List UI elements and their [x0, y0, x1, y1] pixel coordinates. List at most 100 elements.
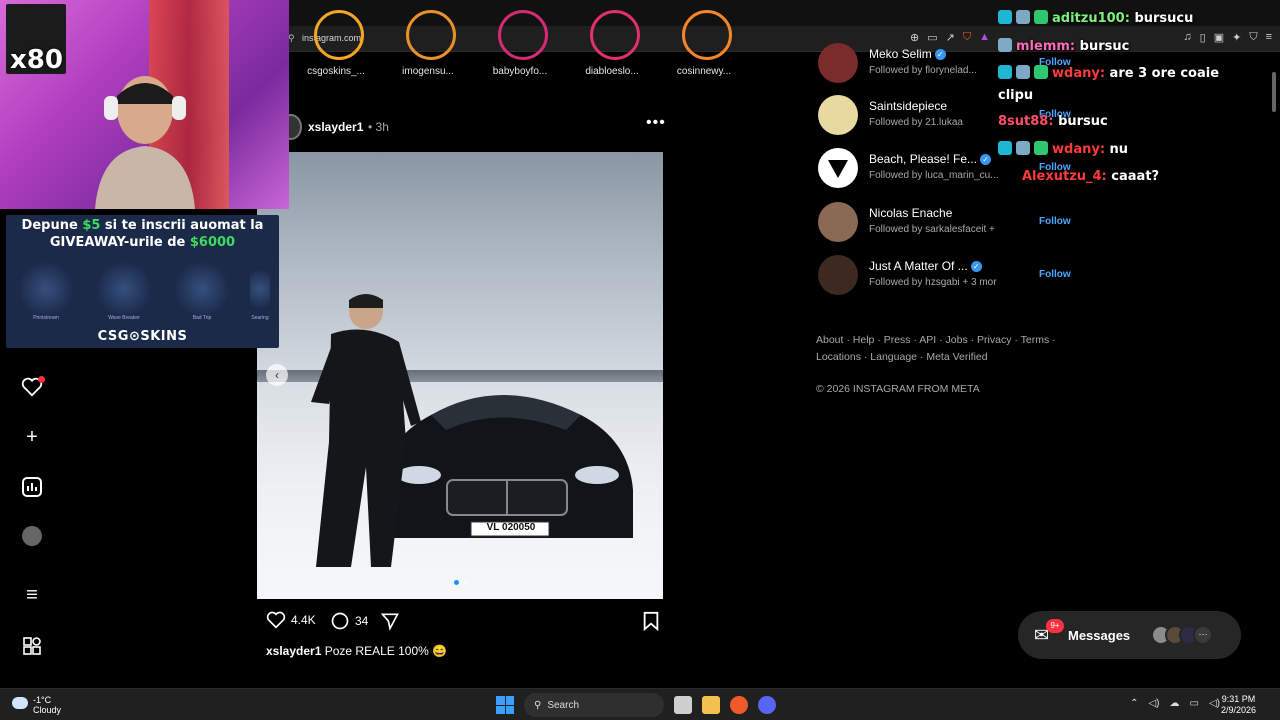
create-nav[interactable]: +	[20, 425, 44, 449]
post-author-username[interactable]: xslayder1	[308, 120, 363, 134]
like-button[interactable]: 4.4K	[266, 611, 316, 629]
caption-username[interactable]: xslayder1	[266, 644, 321, 658]
chat-badge-icon	[998, 10, 1012, 24]
hamburger-icon: ≡	[26, 583, 38, 606]
suggestion-followed-by: Followed by hzsgabi + 3 mor	[869, 277, 997, 288]
chat-username: mlemm:	[1016, 39, 1076, 54]
triangle-logo-icon	[828, 160, 848, 178]
follow-button[interactable]: Follow	[1039, 269, 1071, 280]
suggestion-name[interactable]: Meko Selim ✓	[869, 47, 946, 61]
carousel-prev-button[interactable]: ‹	[266, 364, 288, 386]
suggestion-name[interactable]: Beach, Please! Fe... ✓	[869, 152, 992, 166]
suggestion-name[interactable]: Saintsidepiece	[869, 99, 947, 113]
comment-count: 34	[355, 614, 369, 628]
suggestion-avatar[interactable]	[818, 43, 858, 83]
chat-badge-icon	[1016, 141, 1030, 155]
share-button[interactable]	[380, 611, 400, 631]
onedrive-icon[interactable]: ☁	[1170, 698, 1180, 709]
more-nav[interactable]: ≡	[20, 583, 44, 607]
plus-icon: +	[26, 425, 38, 448]
story-label: cosinnewy...	[676, 66, 732, 77]
skin-card: Searing	[250, 263, 270, 321]
post-header: xslayder1 • 3h •••	[280, 114, 668, 140]
windows-start-icon[interactable]	[496, 696, 514, 714]
carousel-dot	[454, 580, 459, 585]
story-item[interactable]: babyboyfo...	[474, 10, 566, 84]
suggestion-followed-by: Followed by sarkalesfaceit +	[869, 224, 995, 235]
giveaway-ad-overlay: Depune $5 si te inscrii auomat la GIVEAW…	[6, 215, 279, 348]
verified-icon: ✓	[934, 49, 946, 60]
story-item[interactable]: cosinnewy...	[658, 10, 750, 84]
suggestion-avatar[interactable]	[818, 255, 858, 295]
notification-dot	[38, 376, 45, 383]
caption-text: Poze REALE 100% 😄	[324, 644, 448, 658]
scrollbar-thumb[interactable]	[1272, 72, 1276, 112]
clock-time: 9:31 PM	[1221, 694, 1256, 704]
chat-username: Alexutzu_4:	[1022, 169, 1107, 184]
save-button[interactable]	[642, 611, 660, 631]
suggestion-avatar[interactable]	[818, 148, 858, 188]
suggestion-avatar[interactable]	[818, 95, 858, 135]
skin-label: Searing	[251, 315, 269, 321]
taskbar-search[interactable]: ⚲ Search	[524, 693, 664, 717]
speaker-icon[interactable]: ◁)	[1148, 698, 1159, 709]
dashboard-icon	[22, 477, 42, 497]
suggestion-name[interactable]: Just A Matter Of ... ✓	[869, 259, 982, 273]
file-explorer-icon[interactable]	[702, 696, 720, 714]
skin-label: Bad Trip	[192, 315, 212, 321]
system-tray: ⌃ ◁) ☁ ▭ ◁)	[1130, 698, 1220, 709]
suggestion-followed-by: Followed by luca_marin_cu...	[869, 170, 999, 181]
follow-button[interactable]: Follow	[1039, 216, 1071, 227]
display-icon[interactable]: ▭	[1190, 698, 1199, 709]
footer-links[interactable]: About · Help · Press · API · Jobs · Priv…	[816, 332, 1056, 366]
profile-nav[interactable]	[20, 524, 44, 548]
story-ring	[406, 10, 456, 60]
vpn-icon[interactable]: ⛉	[1249, 31, 1257, 44]
task-view-icon[interactable]	[674, 696, 692, 714]
chat-badge-icon	[1016, 10, 1030, 24]
suggestion-avatar[interactable]	[818, 202, 858, 242]
post-image[interactable]: VL 020050	[257, 152, 663, 599]
also-from-meta-nav[interactable]	[20, 634, 44, 658]
discord-icon[interactable]	[758, 696, 776, 714]
weather-condition: Cloudy	[33, 705, 62, 715]
chat-text: bursucu	[1134, 11, 1194, 26]
wallet-icon[interactable]: ▣	[1214, 31, 1224, 44]
chat-message: aditzu100: bursucu	[998, 10, 1193, 26]
person-illustration	[311, 294, 421, 567]
chat-text: are 3 ore coaie	[1109, 66, 1220, 81]
post-timestamp[interactable]: • 3h	[368, 120, 389, 134]
story-item[interactable]: imogensu...	[382, 10, 474, 84]
volume-icon[interactable]: ◁)	[1209, 698, 1220, 709]
copyright: © 2026 INSTAGRAM FROM META	[816, 383, 980, 395]
chat-message: mlemm: bursuc	[998, 38, 1129, 54]
suggestion-item: Just A Matter Of ... ✓ Followed by hzsgab…	[818, 255, 1071, 297]
story-item[interactable]: diabloeslo...	[566, 10, 658, 84]
leo-icon[interactable]: ✦	[1232, 31, 1241, 44]
story-item[interactable]: csgoskins_...	[290, 10, 382, 84]
messages-button[interactable]: ✉ 9+ Messages ···	[1018, 611, 1241, 659]
footer-links-line[interactable]: Locations · Language · Meta Verified	[816, 349, 1056, 366]
comment-button[interactable]: 34	[330, 611, 368, 631]
webcam-badge-text: x80	[10, 45, 63, 75]
suggestion-followed-by: Followed by florynelad...	[869, 65, 977, 76]
brave-icon[interactable]	[730, 696, 748, 714]
sidebar-icon[interactable]: ▯	[1200, 31, 1206, 44]
suggestion-name[interactable]: Nicolas Enache	[869, 206, 952, 220]
taskbar-clock[interactable]: 9:31 PM 2/9/2026	[1221, 694, 1256, 716]
story-label: babyboyfo...	[492, 66, 548, 77]
more-options-icon[interactable]: •••	[646, 114, 666, 132]
chevron-up-icon[interactable]: ⌃	[1130, 698, 1138, 709]
media-icon[interactable]: ♫	[1183, 31, 1191, 44]
dashboard-nav[interactable]	[20, 475, 44, 499]
windows-taskbar: -1°C Cloudy ⚲ Search ⌃ ◁) ☁ ▭ ◁) 9:31 PM 2/…	[0, 688, 1280, 720]
chat-text: clipu	[998, 88, 1034, 103]
story-ring	[682, 10, 732, 60]
story-ring	[314, 10, 364, 60]
footer-links-line[interactable]: About · Help · Press · API · Jobs · Priv…	[816, 332, 1056, 349]
menu-icon[interactable]: ≡	[1266, 31, 1272, 44]
like-count: 4.4K	[291, 613, 316, 627]
chat-message: 8sut88: bursuc	[998, 114, 1108, 129]
chat-badge-icon	[1016, 65, 1030, 79]
unread-badge: 9+	[1046, 619, 1064, 633]
